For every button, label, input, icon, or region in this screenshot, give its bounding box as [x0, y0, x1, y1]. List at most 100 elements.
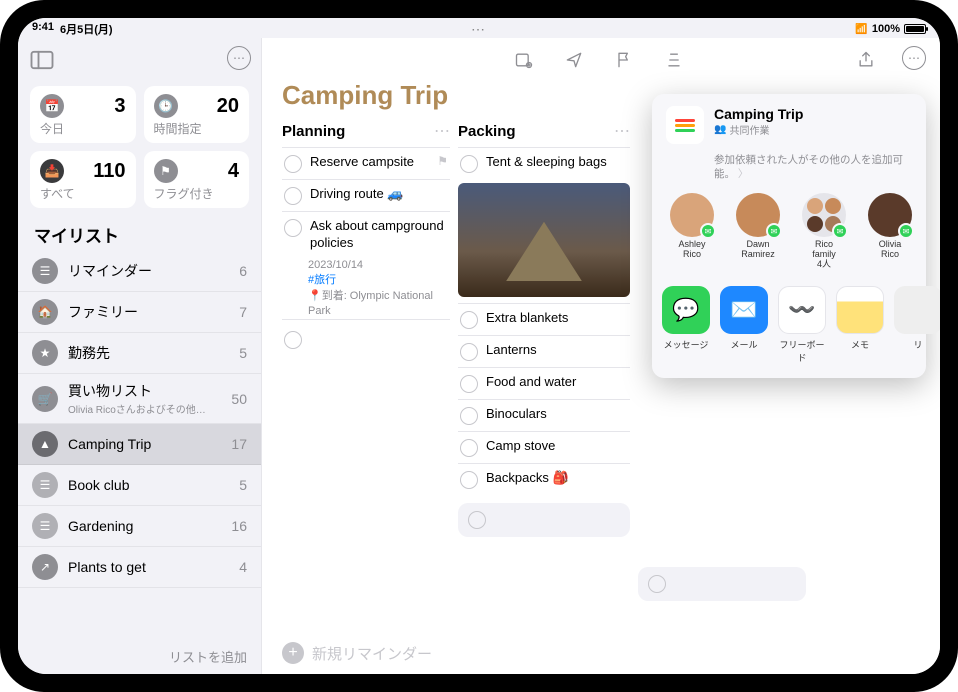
reminder-item[interactable]: Backpacks 🎒 — [458, 463, 630, 495]
new-reminder-plus-icon[interactable]: + — [282, 642, 304, 664]
sidebar-list-item[interactable]: ☰リマインダー6 — [18, 251, 261, 292]
reminder-item[interactable]: Driving route 🚙 — [282, 179, 450, 211]
share-subtitle[interactable]: 👥共同作業 — [714, 122, 803, 137]
reminder-item[interactable]: Camp stove — [458, 431, 630, 463]
sidebar-list-item[interactable]: ★勤務先5 — [18, 333, 261, 374]
list-item-count: 5 — [239, 477, 247, 493]
reminder-checkbox[interactable] — [460, 407, 478, 425]
reminder-column: Packing ⋯ Tent & sleeping bags Extra blanke… — [458, 119, 630, 632]
share-app-memo[interactable]: メモ — [836, 286, 884, 364]
sidebar-list-item[interactable]: 🏠ファミリー7 — [18, 292, 261, 333]
home-handle-dots: ⋯ — [471, 21, 487, 38]
share-button[interactable] — [852, 46, 880, 74]
column-title[interactable]: Planning — [282, 123, 345, 140]
reminder-item[interactable]: Ask about campground policies — [282, 211, 450, 258]
reminder-item[interactable]: Binoculars — [458, 399, 630, 431]
toggle-sidebar-button[interactable] — [28, 46, 56, 74]
share-contact[interactable]: ✉ OliviaRico — [860, 193, 916, 270]
reminder-checkbox[interactable] — [460, 311, 478, 329]
smart-list-フラグ付き[interactable]: ⚑4フラグ付き — [144, 151, 250, 208]
new-reminder-button[interactable]: 新規リマインダー — [312, 643, 432, 664]
reminder-checkbox[interactable] — [284, 219, 302, 237]
reminder-item[interactable]: Tent & sleeping bags — [458, 147, 630, 179]
reminder-checkbox[interactable] — [460, 439, 478, 457]
reminder-checkbox[interactable] — [648, 575, 666, 593]
sidebar-list-item[interactable]: 🛒買い物リストOlivia Ricoさんおよびその他…50 — [18, 374, 261, 424]
reminder-item[interactable]: Reserve campsite⚑ — [282, 147, 450, 179]
smart-list-すべて[interactable]: 📥110すべて — [30, 151, 136, 208]
share-app-mail[interactable]: ✉️メール — [720, 286, 768, 364]
list-item-name: 買い物リスト — [68, 381, 221, 401]
list-item-count: 16 — [231, 518, 247, 534]
list-item-count: 5 — [239, 345, 247, 361]
reminder-image[interactable] — [458, 183, 630, 297]
reminder-meta: 2023/10/14#旅行📍到着: Olympic National Park — [282, 258, 450, 320]
flag-icon[interactable] — [610, 46, 638, 74]
list-item-name: Gardening — [68, 518, 221, 534]
battery-percent: 100% — [872, 23, 900, 35]
reminder-checkbox[interactable] — [460, 155, 478, 173]
smart-list-今日[interactable]: 📅3今日 — [30, 86, 136, 143]
flag-icon: ⚑ — [437, 154, 448, 168]
contact-name: DawnRamirez — [741, 240, 775, 260]
reminder-checkbox[interactable] — [284, 155, 302, 173]
sidebar-list-item[interactable]: ↗Plants to get4 — [18, 547, 261, 588]
status-time: 9:41 — [32, 21, 54, 37]
share-permissions-note[interactable]: 参加依頼された人がその他の人を追加可能。 〉 — [662, 150, 916, 191]
smart-list-icon: 📅 — [40, 94, 64, 118]
status-bar: 9:41 6月5日(月) ⋯ 100% — [18, 18, 940, 38]
sidebar-list-item[interactable]: ▲Camping Trip17 — [18, 424, 261, 465]
reminder-checkbox[interactable] — [460, 471, 478, 489]
smart-list-時間指定[interactable]: 🕒20時間指定 — [144, 86, 250, 143]
share-contact[interactable]: ✉ DawnRamirez — [728, 193, 788, 270]
contact-name: OliviaRico — [879, 240, 902, 260]
smart-list-label: 今日 — [40, 120, 126, 137]
avatar: ✉ — [868, 193, 912, 237]
column-title[interactable]: Packing — [458, 123, 516, 140]
smart-list-label: すべて — [40, 185, 126, 202]
new-section-button[interactable] — [510, 46, 538, 74]
sidebar-list-item[interactable]: ☰Gardening16 — [18, 506, 261, 547]
reminder-checkbox[interactable] — [284, 331, 302, 349]
contact-name: Ricofamily4人 — [812, 240, 836, 270]
column-more-icon[interactable]: ⋯ — [434, 121, 450, 141]
location-icon[interactable] — [560, 46, 588, 74]
tag-icon[interactable] — [660, 46, 688, 74]
list-icon: ★ — [32, 340, 58, 366]
add-reminder-card[interactable] — [638, 567, 806, 601]
reminder-checkbox[interactable] — [460, 375, 478, 393]
share-contact[interactable]: ✉Ricofamily4人 — [794, 193, 854, 270]
sidebar-list-item[interactable]: ☰Book club5 — [18, 465, 261, 506]
app-label: リ — [913, 338, 922, 351]
avatar: ✉ — [736, 193, 780, 237]
status-date: 6月5日(月) — [60, 21, 113, 37]
sidebar: ⋯ 📅3今日🕒20時間指定📥110すべて⚑4フラグ付き マイリスト ☰リマインダ… — [18, 38, 262, 674]
reminder-item-empty[interactable] — [282, 319, 450, 359]
share-app-msg[interactable]: 💬メッセージ — [662, 286, 710, 364]
add-reminder-card[interactable] — [458, 503, 630, 537]
app-icon — [894, 286, 940, 334]
reminder-checkbox[interactable] — [468, 511, 486, 529]
list-options-button[interactable]: ⋯ — [902, 46, 926, 70]
reminder-item[interactable]: Food and water — [458, 367, 630, 399]
reminder-text: Camp stove — [486, 438, 628, 455]
reminder-text: Tent & sleeping bags — [486, 154, 628, 171]
app-label: メッセージ — [664, 338, 709, 351]
reminder-item[interactable]: Extra blankets — [458, 303, 630, 335]
avatar: ✉ — [670, 193, 714, 237]
list-icon: 🏠 — [32, 299, 58, 325]
share-app-free[interactable]: 〰️フリーボード — [778, 286, 826, 364]
share-app-overflow[interactable]: リ — [894, 286, 940, 364]
reminder-checkbox[interactable] — [460, 343, 478, 361]
list-item-name: Book club — [68, 477, 229, 493]
reminder-item[interactable]: Lanterns — [458, 335, 630, 367]
list-item-count: 4 — [239, 559, 247, 575]
app-label: メモ — [851, 338, 869, 351]
smart-list-label: フラグ付き — [154, 185, 240, 202]
toolbar: ⋯ — [262, 38, 940, 78]
share-contact[interactable]: ✉AshleyRico — [662, 193, 722, 270]
add-list-button[interactable]: リストを追加 — [18, 639, 261, 674]
reminder-checkbox[interactable] — [284, 187, 302, 205]
more-button[interactable]: ⋯ — [227, 46, 251, 70]
column-more-icon[interactable]: ⋯ — [614, 121, 630, 141]
